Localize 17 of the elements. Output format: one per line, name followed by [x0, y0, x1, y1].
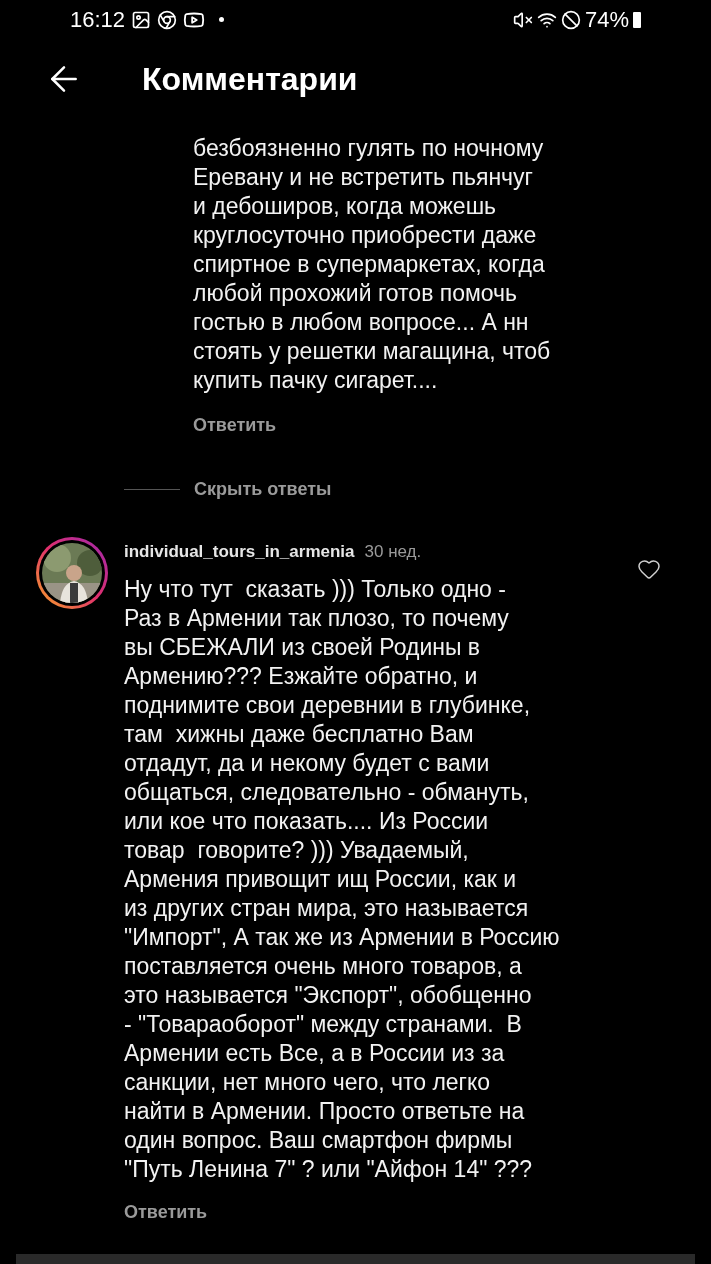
reply-link[interactable]: Ответить	[124, 1198, 208, 1226]
status-time: 16:12	[70, 6, 126, 34]
blocked-icon	[560, 9, 581, 30]
mute-icon	[512, 9, 533, 30]
page-title: Комментарии	[142, 60, 358, 99]
browser-icon	[157, 9, 178, 30]
comment-age: 30 нед.	[364, 541, 422, 563]
gallery-icon	[131, 9, 152, 30]
comment-input-bar[interactable]	[16, 1254, 695, 1264]
battery-icon	[633, 11, 641, 28]
battery-level: 74%	[584, 6, 629, 34]
reply-link[interactable]: Ответить	[193, 412, 277, 439]
hide-replies-link[interactable]: Скрыть ответы	[194, 476, 332, 503]
reply-text: безбоязненно гулять по ночному Еревану и не встретить пьянчуг и дебоширов, когда можешь круглосуточно приобрести даже спиртное в супермаркетах, когда любой прохожий готов помочь гостью в любом вопросе... А нн стоять у решетки магащина, чтоб купить пачку сигарет....	[193, 134, 552, 395]
username[interactable]: individual_tours_in_armenia	[124, 539, 355, 565]
comment-text: Ну что тут сказать ))) Только одно - Раз в Армении так плозо, то почему вы СБЕЖАЛИ из своей Родины в Армению??? Езжайте обратно, и поднимите свои деревнии в глубинке, там хижны даже бесплатно Вам отдадут, да и некому будет с вами общаться, следовательно - обмануть, или кое что показать.... Из России товар говорите? ))) Увадаемый, Армения привощит ищ России, как и из других стран мира, это называется "Импорт", А так же из Армении в Россию поставляется очень много товаров, а это называется "Экспорт", обобщенно - "Товараоборот" между странами. В Армении есть Все, а в России из за санкции, нет много чего, что легко найти в Армении. Просто ответьте на один вопрос. Ваш смартфон фирмы "Путь Ленина 7" ? или "Айфон 14" ???	[124, 574, 561, 1184]
like-button[interactable]	[637, 557, 661, 581]
